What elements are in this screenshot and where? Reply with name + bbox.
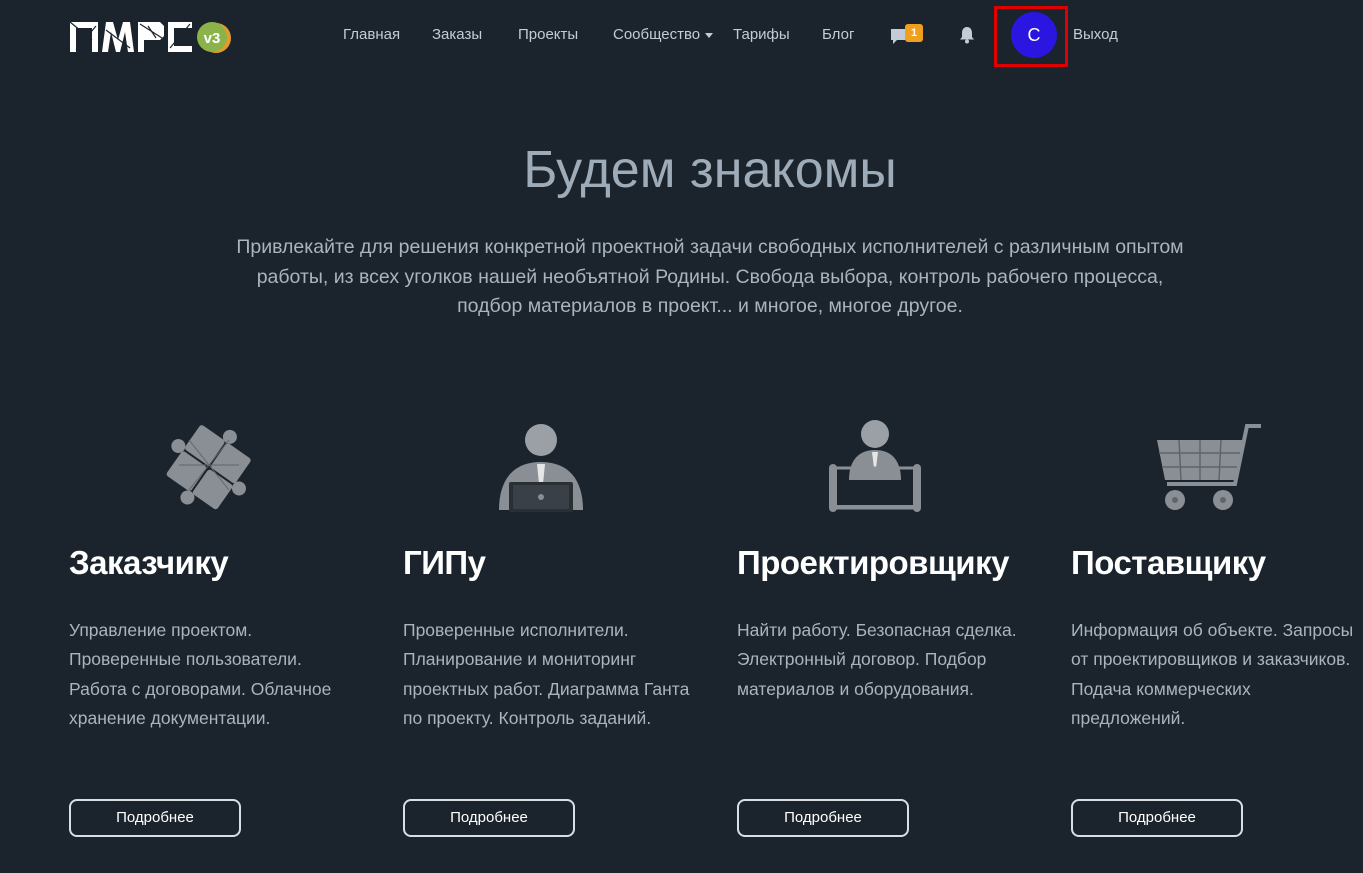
messages-button[interactable]: 1 (890, 24, 928, 48)
messages-count-badge: 1 (905, 24, 923, 42)
customer-details-button[interactable]: Подробнее (69, 799, 241, 837)
nav-projects[interactable]: Проекты (518, 26, 578, 43)
page-title: Будем знакомы (523, 141, 897, 199)
chief-engineer-details-button[interactable]: Подробнее (403, 799, 575, 837)
card-customer: Заказчику Управление проектом. Проверенн… (69, 410, 359, 850)
card-supplier-text: Информация об объекте. Запросы от проект… (1071, 620, 1354, 728)
site-logo[interactable]: v3 (68, 20, 238, 54)
card-designer-title: Проектировщику (737, 544, 1009, 581)
card-supplier-title: Поставщику (1071, 544, 1266, 581)
user-avatar[interactable]: С (1011, 12, 1057, 58)
top-navbar: v3 Главная Заказы Проекты Сообщество Тар… (0, 0, 1363, 70)
nav-community[interactable]: Сообщество (613, 26, 714, 43)
card-designer-text: Найти работу. Безопасная сделка. Электро… (737, 620, 1017, 699)
chevron-down-icon (705, 32, 714, 38)
supplier-details-button[interactable]: Подробнее (1071, 799, 1243, 837)
designer-blueprint-icon (737, 410, 1027, 520)
nav-orders[interactable]: Заказы (432, 26, 482, 43)
card-customer-title: Заказчику (69, 544, 229, 581)
nav-blog[interactable]: Блог (822, 26, 854, 43)
hero-description: Привлекайте для решения конкретной проек… (236, 236, 1184, 317)
card-chief-engineer-title: ГИПу (403, 544, 486, 581)
shopping-cart-icon (1071, 410, 1361, 520)
logout-link[interactable]: Выход (1073, 26, 1118, 43)
card-customer-text: Управление проектом. Проверенные пользов… (69, 620, 332, 728)
nav-tariffs[interactable]: Тарифы (733, 26, 790, 43)
puzzle-icon (69, 410, 359, 520)
nav-community-label: Сообщество (613, 26, 701, 43)
logo-version: v3 (204, 30, 221, 47)
card-designer: Проектировщику Найти работу. Безопасная … (737, 410, 1027, 850)
bell-icon (960, 27, 974, 44)
card-supplier: Поставщику Информация об объекте. Запрос… (1071, 410, 1361, 850)
card-chief-engineer-text: Проверенные исполнители. Планирование и … (403, 620, 690, 728)
manager-laptop-icon (403, 410, 693, 520)
notifications-button[interactable] (958, 26, 976, 44)
nav-home[interactable]: Главная (343, 26, 400, 43)
card-chief-engineer: ГИПу Проверенные исполнители. Планирован… (403, 410, 693, 850)
designer-details-button[interactable]: Подробнее (737, 799, 909, 837)
